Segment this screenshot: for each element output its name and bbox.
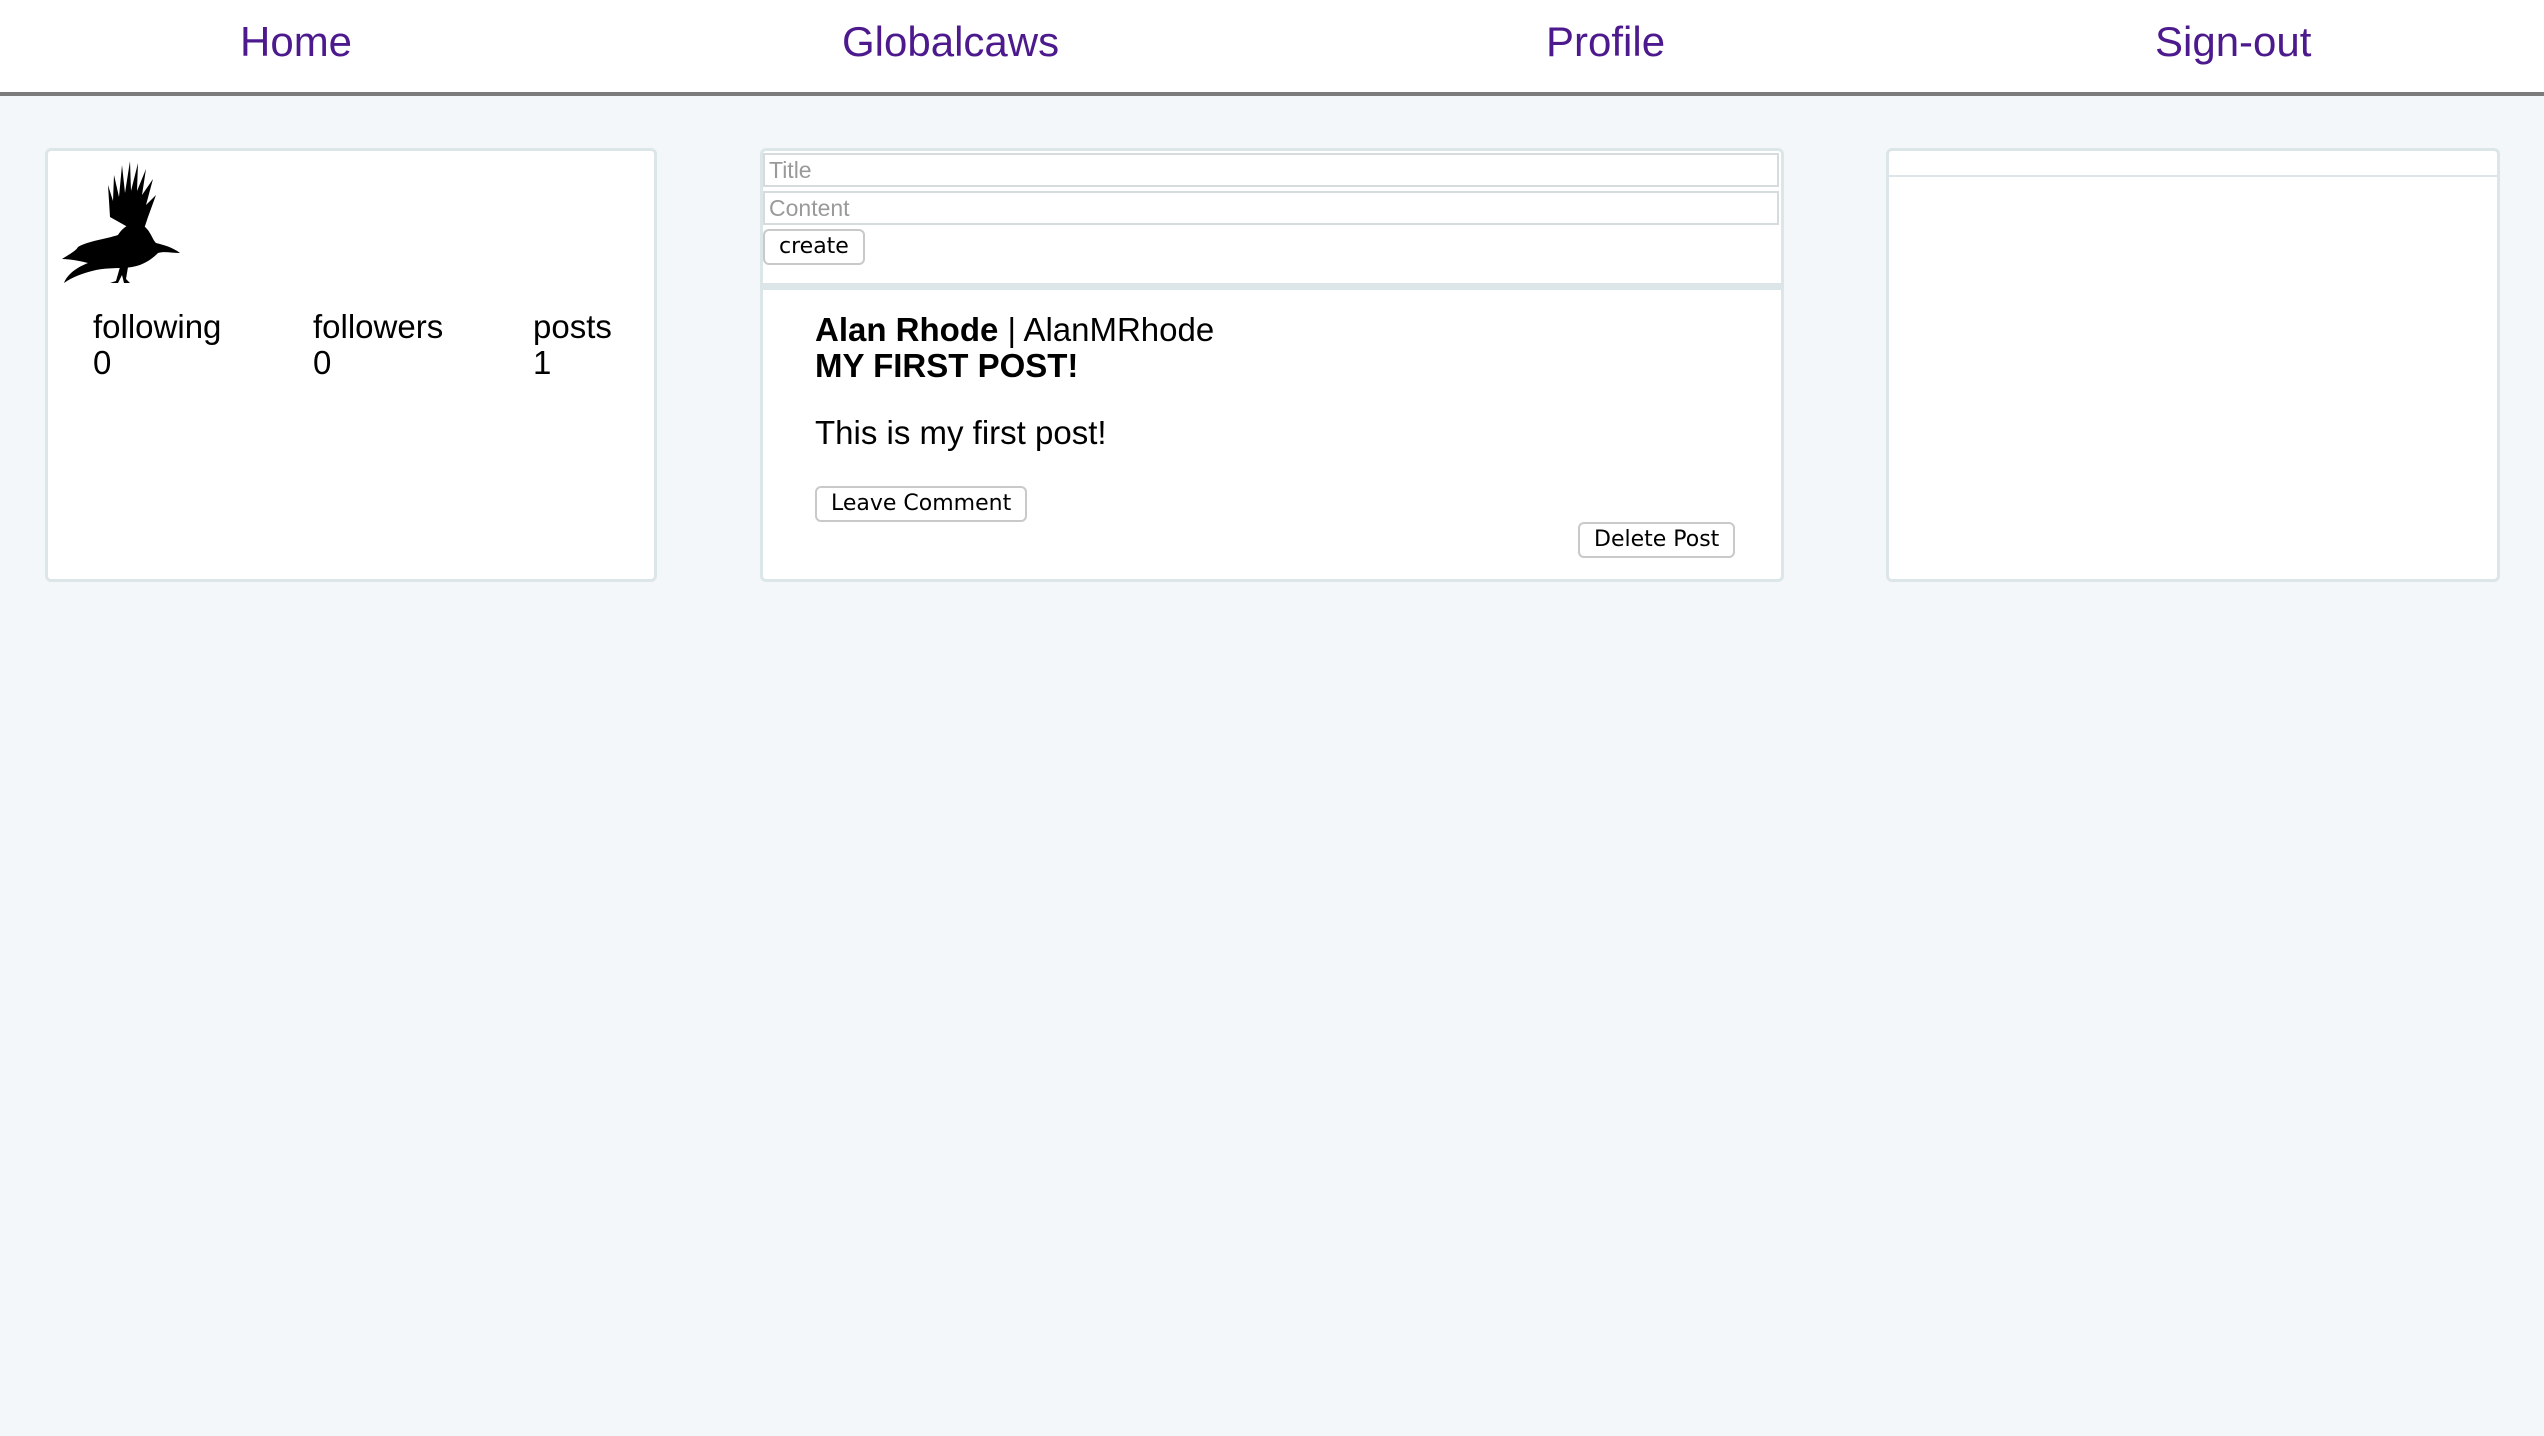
stat-followers: followers 0	[313, 309, 443, 381]
create-button[interactable]: create	[763, 229, 865, 265]
delete-post-button[interactable]: Delete Post	[1578, 522, 1736, 558]
post-body: This is my first post!	[815, 414, 1107, 451]
nav-home-link[interactable]: Home	[240, 14, 352, 70]
stat-followers-value: 0	[313, 344, 332, 381]
raven-icon	[62, 161, 180, 283]
post-author: Alan Rhode | AlanMRhode	[815, 311, 1214, 349]
post-author-handle: AlanMRhode	[1023, 311, 1215, 348]
nav-signout-link[interactable]: Sign-out	[2155, 14, 2311, 70]
stat-following: following 0	[93, 309, 221, 381]
form-divider	[763, 283, 1781, 290]
stat-following-label: following	[93, 308, 222, 345]
nav-profile-link[interactable]: Profile	[1546, 14, 1665, 70]
top-nav: Home Globalcaws Profile Sign-out	[0, 0, 2544, 96]
stat-followers-label: followers	[313, 308, 444, 345]
post-content-input[interactable]	[763, 191, 1779, 225]
stat-following-value: 0	[93, 344, 112, 381]
side-panel	[1886, 148, 2500, 582]
post-title-input[interactable]	[763, 153, 1779, 187]
stat-posts-label: posts	[533, 308, 612, 345]
feed-panel: create Alan Rhode | AlanMRhode MY FIRST …	[760, 148, 1784, 582]
post-title: MY FIRST POST!	[815, 347, 1079, 384]
leave-comment-button[interactable]: Leave Comment	[815, 486, 1028, 522]
post-author-name: Alan Rhode	[815, 311, 999, 348]
stat-posts: posts 1	[533, 309, 612, 381]
side-panel-header-divider	[1889, 175, 2497, 177]
post-author-separator: |	[998, 311, 1024, 348]
stat-posts-value: 1	[533, 344, 552, 381]
nav-globalcaws-link[interactable]: Globalcaws	[842, 14, 1059, 70]
profile-card: following 0 followers 0 posts 1	[45, 148, 657, 582]
